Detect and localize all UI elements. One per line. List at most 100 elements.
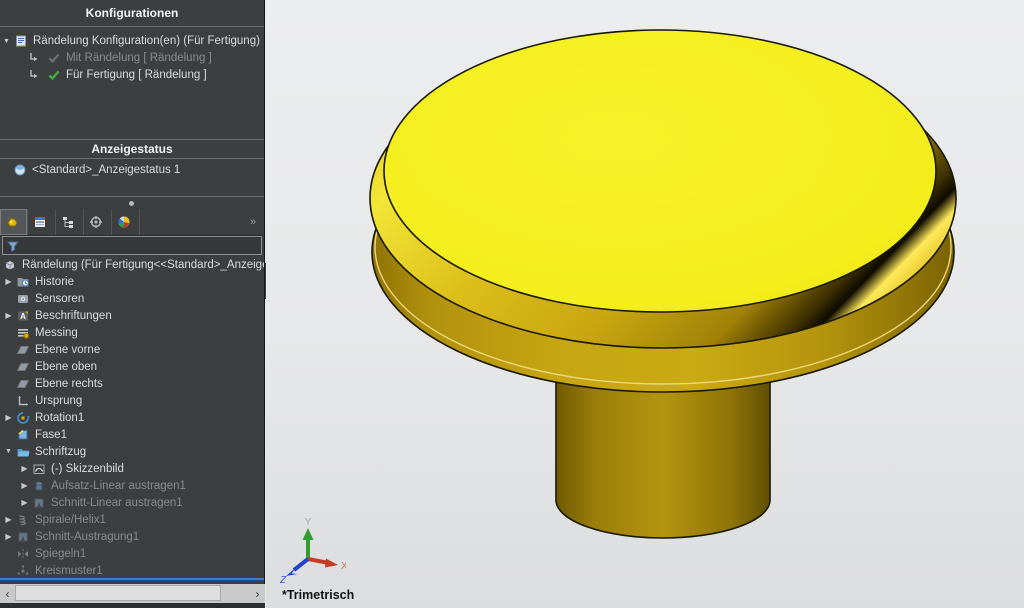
knob-top-face[interactable] [384,30,936,312]
feature-tree-item[interactable]: Ursprung [0,392,264,409]
chevron-down-icon[interactable]: ▼ [0,38,13,45]
chevron-down-icon[interactable]: ▼ [2,448,15,455]
view-orientation-label: *Trimetrisch [282,588,354,602]
configuration-root-label: Rändelung Konfiguration(en) (Für Fertigu… [33,35,260,47]
triad-y-label: Y [305,517,312,528]
feature-tree-item[interactable]: ▶ Aufsatz-Linear austragen1 [0,477,264,494]
gold-part-icon [4,215,20,229]
feature-label: Schnitt-Linear austragen1 [51,497,183,509]
feature-tree-item[interactable]: ▶ A Beschriftungen [0,307,264,324]
configuration-row[interactable]: Mit Rändelung [ Rändelung ] [0,50,264,66]
chevron-right-icon[interactable]: ▶ [2,533,15,541]
rollback-bar[interactable] [0,578,264,580]
pie-icon [116,215,132,229]
folder-open-icon [15,445,31,459]
boss-extrude-icon [31,479,47,493]
feature-label: Ebene rechts [35,378,103,390]
configurations-header: Konfigurationen [0,0,264,27]
feature-manager-panel: Konfigurationen ▼ Rändelung Konfiguratio… [0,0,265,608]
feature-tree-item[interactable]: Sensoren [0,290,264,307]
tree-icon [60,215,76,229]
triad-x-axis: X [308,559,346,573]
feature-tree-item[interactable]: Ebene rechts [0,375,264,392]
feature-label: Messing [35,327,78,339]
graphics-viewport[interactable]: Y X Z *Trimetrisch [266,0,1024,608]
configurations-title: Konfigurationen [86,6,179,20]
display-states-header: Anzeigestatus [0,139,264,159]
feature-label: Fase1 [35,429,67,441]
feature-label: Ebene vorne [35,344,100,356]
triad-x-label: X [341,561,346,572]
feature-tree-root-row[interactable]: Rändelung (Für Fertigung<<Standard>_Anze… [0,256,264,273]
chevron-right-icon[interactable]: ▶ [2,312,15,320]
feature-tree-item[interactable]: Ebene vorne [0,341,264,358]
configuration-root-row[interactable]: ▼ Rändelung Konfiguration(en) (Für Ferti… [0,33,264,49]
svg-text:A: A [20,312,26,321]
configuration-row[interactable]: Für Fertigung [ Rändelung ] [0,67,264,83]
feature-label: Kreismuster1 [35,565,103,577]
feature-label: (-) Skizzenbild [51,463,124,475]
configuration-label: Mit Rändelung [ Rändelung ] [66,52,212,64]
feature-tree-item[interactable]: ▶ (-) Skizzenbild [0,460,264,477]
horizontal-scrollbar[interactable]: ‹ › [0,584,265,603]
featuremanager-tab[interactable] [0,209,28,235]
orientation-triad: Y X Z [276,515,346,585]
feature-tree-item[interactable]: Messing [0,324,264,341]
mirror-icon [15,547,31,561]
list-icon [32,215,48,229]
feature-label: Ursprung [35,395,82,407]
dimxpertmanager-tab[interactable] [84,209,112,235]
helix-icon [15,513,31,527]
feature-tree-item[interactable]: Ebene oben [0,358,264,375]
history-icon [15,275,31,289]
filter-funnel-icon [5,239,21,253]
displaymanager-tab[interactable] [112,209,140,235]
feature-tree-item[interactable]: ▼Schriftzug [0,443,264,460]
branch-icon [26,68,42,82]
plane-icon [15,343,31,357]
feature-label: Ebene oben [35,361,97,373]
filter-box[interactable] [2,236,262,255]
display-states-title: Anzeigestatus [91,142,172,156]
feature-tree-item[interactable]: Fase1 [0,426,264,443]
feature-tree-root-label: Rändelung (Für Fertigung<<Standard>_Anze… [22,259,264,271]
tab-overflow-chevron-icon[interactable]: » [242,209,264,235]
annotations-icon: A [15,309,31,323]
plane-icon [15,360,31,374]
plane-icon [15,377,31,391]
sketch-icon [31,462,47,476]
chevron-right-icon[interactable]: ▶ [18,465,31,473]
target-icon [88,215,104,229]
feature-tree-item[interactable]: Spiegeln1 [0,545,264,562]
feature-label: Spiegeln1 [35,548,86,560]
feature-tree-item[interactable]: ▶ Rotation1 [0,409,264,426]
knob-stem[interactable] [556,376,770,538]
configurationmanager-tab[interactable] [56,209,84,235]
configuration-label: Für Fertigung [ Rändelung ] [66,69,207,81]
feature-label: Beschriftungen [35,310,112,322]
chevron-right-icon[interactable]: ▶ [2,278,15,286]
knob-model[interactable] [266,0,1024,608]
inactive-check-icon [46,51,62,65]
scrollbar-thumb[interactable] [15,585,221,601]
chevron-right-icon[interactable]: ▶ [18,482,31,490]
feature-label: Rotation1 [35,412,84,424]
feature-tree-item[interactable]: ▶ Schnitt-Austragung1 [0,528,264,545]
chevron-right-icon[interactable]: ▶ [2,516,15,524]
feature-label: Schnitt-Austragung1 [35,531,139,543]
chevron-right-icon[interactable]: ▶ [18,499,31,507]
display-state-row[interactable]: <Standard>_Anzeigestatus 1 [0,162,264,178]
splitter-dot[interactable] [129,201,134,206]
chevron-right-icon[interactable]: ▶ [2,414,15,422]
feature-tree-item[interactable]: ▶ Spirale/Helix1 [0,511,264,528]
feature-label: Aufsatz-Linear austragen1 [51,480,186,492]
feature-label: Spirale/Helix1 [35,514,106,526]
scroll-right-icon[interactable]: › [250,584,265,603]
filter-input[interactable] [23,236,261,255]
propertymanager-tab[interactable] [28,209,56,235]
feature-tree-item[interactable]: ▶ Schnitt-Linear austragen1 [0,494,264,511]
feature-tree-item[interactable]: Kreismuster1 [0,562,264,579]
display-state-icon [12,163,28,177]
scroll-left-icon[interactable]: ‹ [0,584,15,603]
feature-tree-item[interactable]: ▶Historie [0,273,264,290]
